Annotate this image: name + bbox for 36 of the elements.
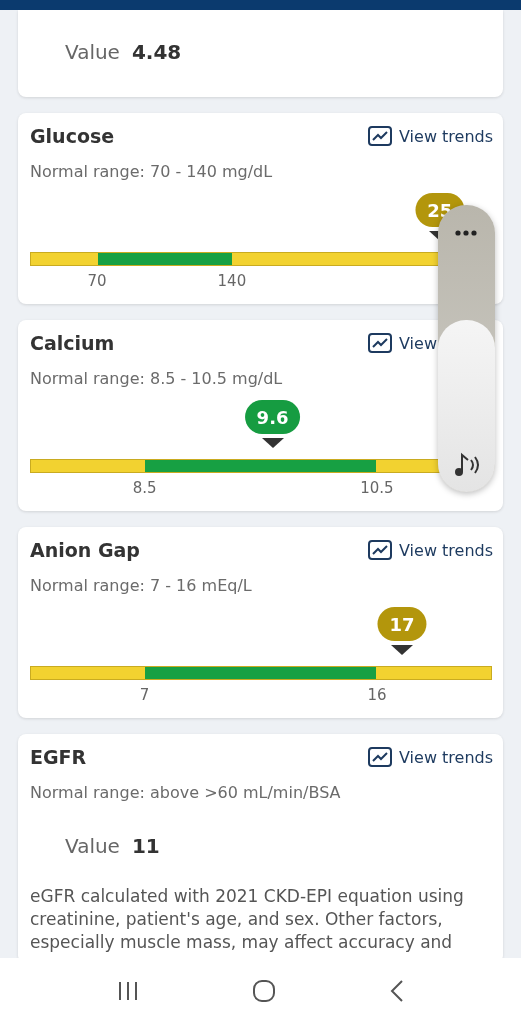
test-title: Anion Gap [30, 539, 140, 561]
value-label: Value [65, 40, 120, 64]
normal-range: Normal range: 7 - 16 mEq/L [30, 575, 253, 597]
tick-label: 16 [367, 686, 387, 704]
test-title: EGFR [30, 746, 87, 768]
tick-label: 8.5 [132, 479, 157, 497]
marker-arrow-icon [390, 645, 413, 655]
view-trends-link[interactable]: View trends [368, 540, 494, 560]
home-icon[interactable] [251, 979, 276, 1003]
note-text: eGFR calculated with 2021 CKD-EPI equation using creatinine, patient's age, and sex. Other factors, especially muscle mass, may affect accuracy and [30, 885, 465, 954]
trend-chart-icon [368, 747, 392, 767]
value-badge: 17 [377, 607, 427, 641]
marker-arrow-icon [261, 438, 284, 448]
value-text: 11 [131, 834, 160, 858]
trend-chart-icon [368, 333, 392, 353]
tick-label: 10.5 [360, 479, 394, 497]
test-title: Glucose [30, 125, 115, 147]
back-icon[interactable] [388, 979, 405, 1003]
tick-label: 140 [217, 272, 247, 290]
tick-label: 7 [139, 686, 150, 704]
more-icon[interactable] [455, 230, 477, 236]
tick-label: 70 [87, 272, 107, 290]
normal-range: Normal range: 70 - 140 mg/dL [30, 161, 274, 183]
test-title: Calcium [30, 332, 115, 354]
view-trends-link[interactable]: View trends [368, 747, 494, 767]
value-text: 4.48 [131, 40, 182, 64]
view-trends-link[interactable]: View trends [368, 126, 494, 146]
sound-icon[interactable] [452, 452, 482, 478]
recent-apps-icon[interactable] [116, 980, 139, 1002]
view-trends-link[interactable]: View [368, 333, 437, 353]
trend-chart-icon [368, 126, 392, 146]
normal-range: Normal range: above >60 mL/min/BSA [30, 782, 342, 804]
trend-chart-icon [368, 540, 392, 560]
normal-range: Normal range: 8.5 - 10.5 mg/dL [30, 368, 284, 390]
value-badge: 9.6 [244, 400, 301, 434]
value-label: Value [65, 834, 120, 858]
